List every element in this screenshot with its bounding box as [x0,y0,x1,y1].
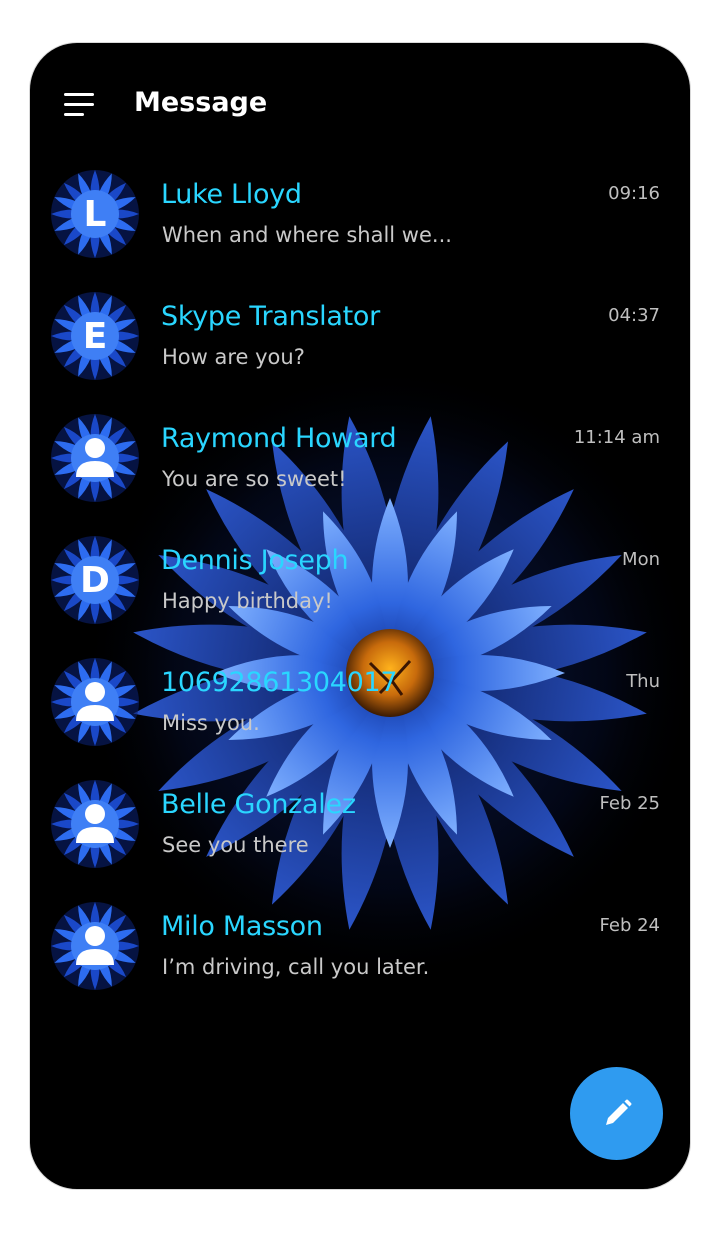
message-time: Thu [626,671,660,692]
conversation-row[interactable]: Raymond Howard You are so sweet! 11:14 am [30,397,690,519]
message-preview: Happy birthday! [162,589,333,613]
avatar-letter: E [82,315,108,357]
avatar [50,779,140,869]
phone-screen: Message L Luke Lloyd When and where shall … [29,42,691,1190]
contact-name: Skype Translator [161,301,380,332]
message-preview: When and where shall we... [162,223,452,247]
avatar [50,657,140,747]
conversation-row[interactable]: Belle Gonzalez See you there Feb 25 [30,763,690,885]
conversation-list: L Luke Lloyd When and where shall we... 09:… [30,153,690,1007]
avatar [50,413,140,503]
message-time: 09:16 [608,183,660,204]
contact-name: Belle Gonzalez [161,789,356,820]
hamburger-menu-icon[interactable] [64,91,96,119]
conversation-row[interactable]: Milo Masson I’m driving, call you later. F… [30,885,690,1007]
avatar: L [50,169,140,259]
message-time: 11:14 am [573,427,660,448]
message-time: 04:37 [608,305,660,326]
conversation-row[interactable]: E Skype Translator How are you? 04:37 [30,275,690,397]
contact-name: Milo Masson [161,911,323,942]
compose-button[interactable] [570,1067,663,1160]
message-preview: Miss you. [162,711,260,735]
contact-name: Dennis Joseph [161,545,349,576]
conversation-row[interactable]: D Dennis Joseph Happy birthday! Mon [30,519,690,641]
contact-name: Raymond Howard [161,423,397,454]
message-preview: You are so sweet! [162,467,347,491]
app-header: Message [30,43,690,163]
avatar-letter: D [80,559,110,601]
message-preview: I’m driving, call you later. [162,955,430,979]
contact-name: 10692861304017 [161,667,398,698]
avatar: D [50,535,140,625]
conversation-row[interactable]: L Luke Lloyd When and where shall we... 09:… [30,153,690,275]
message-time: Feb 25 [599,793,661,814]
message-preview: See you there [162,833,309,857]
avatar [50,901,140,991]
message-preview: How are you? [162,345,305,369]
message-time: Feb 24 [599,915,661,936]
contact-name: Luke Lloyd [161,179,302,210]
avatar-letter: L [83,193,107,235]
page-title: Message [134,87,268,118]
pencil-icon [605,1099,631,1125]
message-time: Mon [622,549,660,570]
conversation-row[interactable]: 10692861304017 Miss you. Thu [30,641,690,763]
avatar: E [50,291,140,381]
